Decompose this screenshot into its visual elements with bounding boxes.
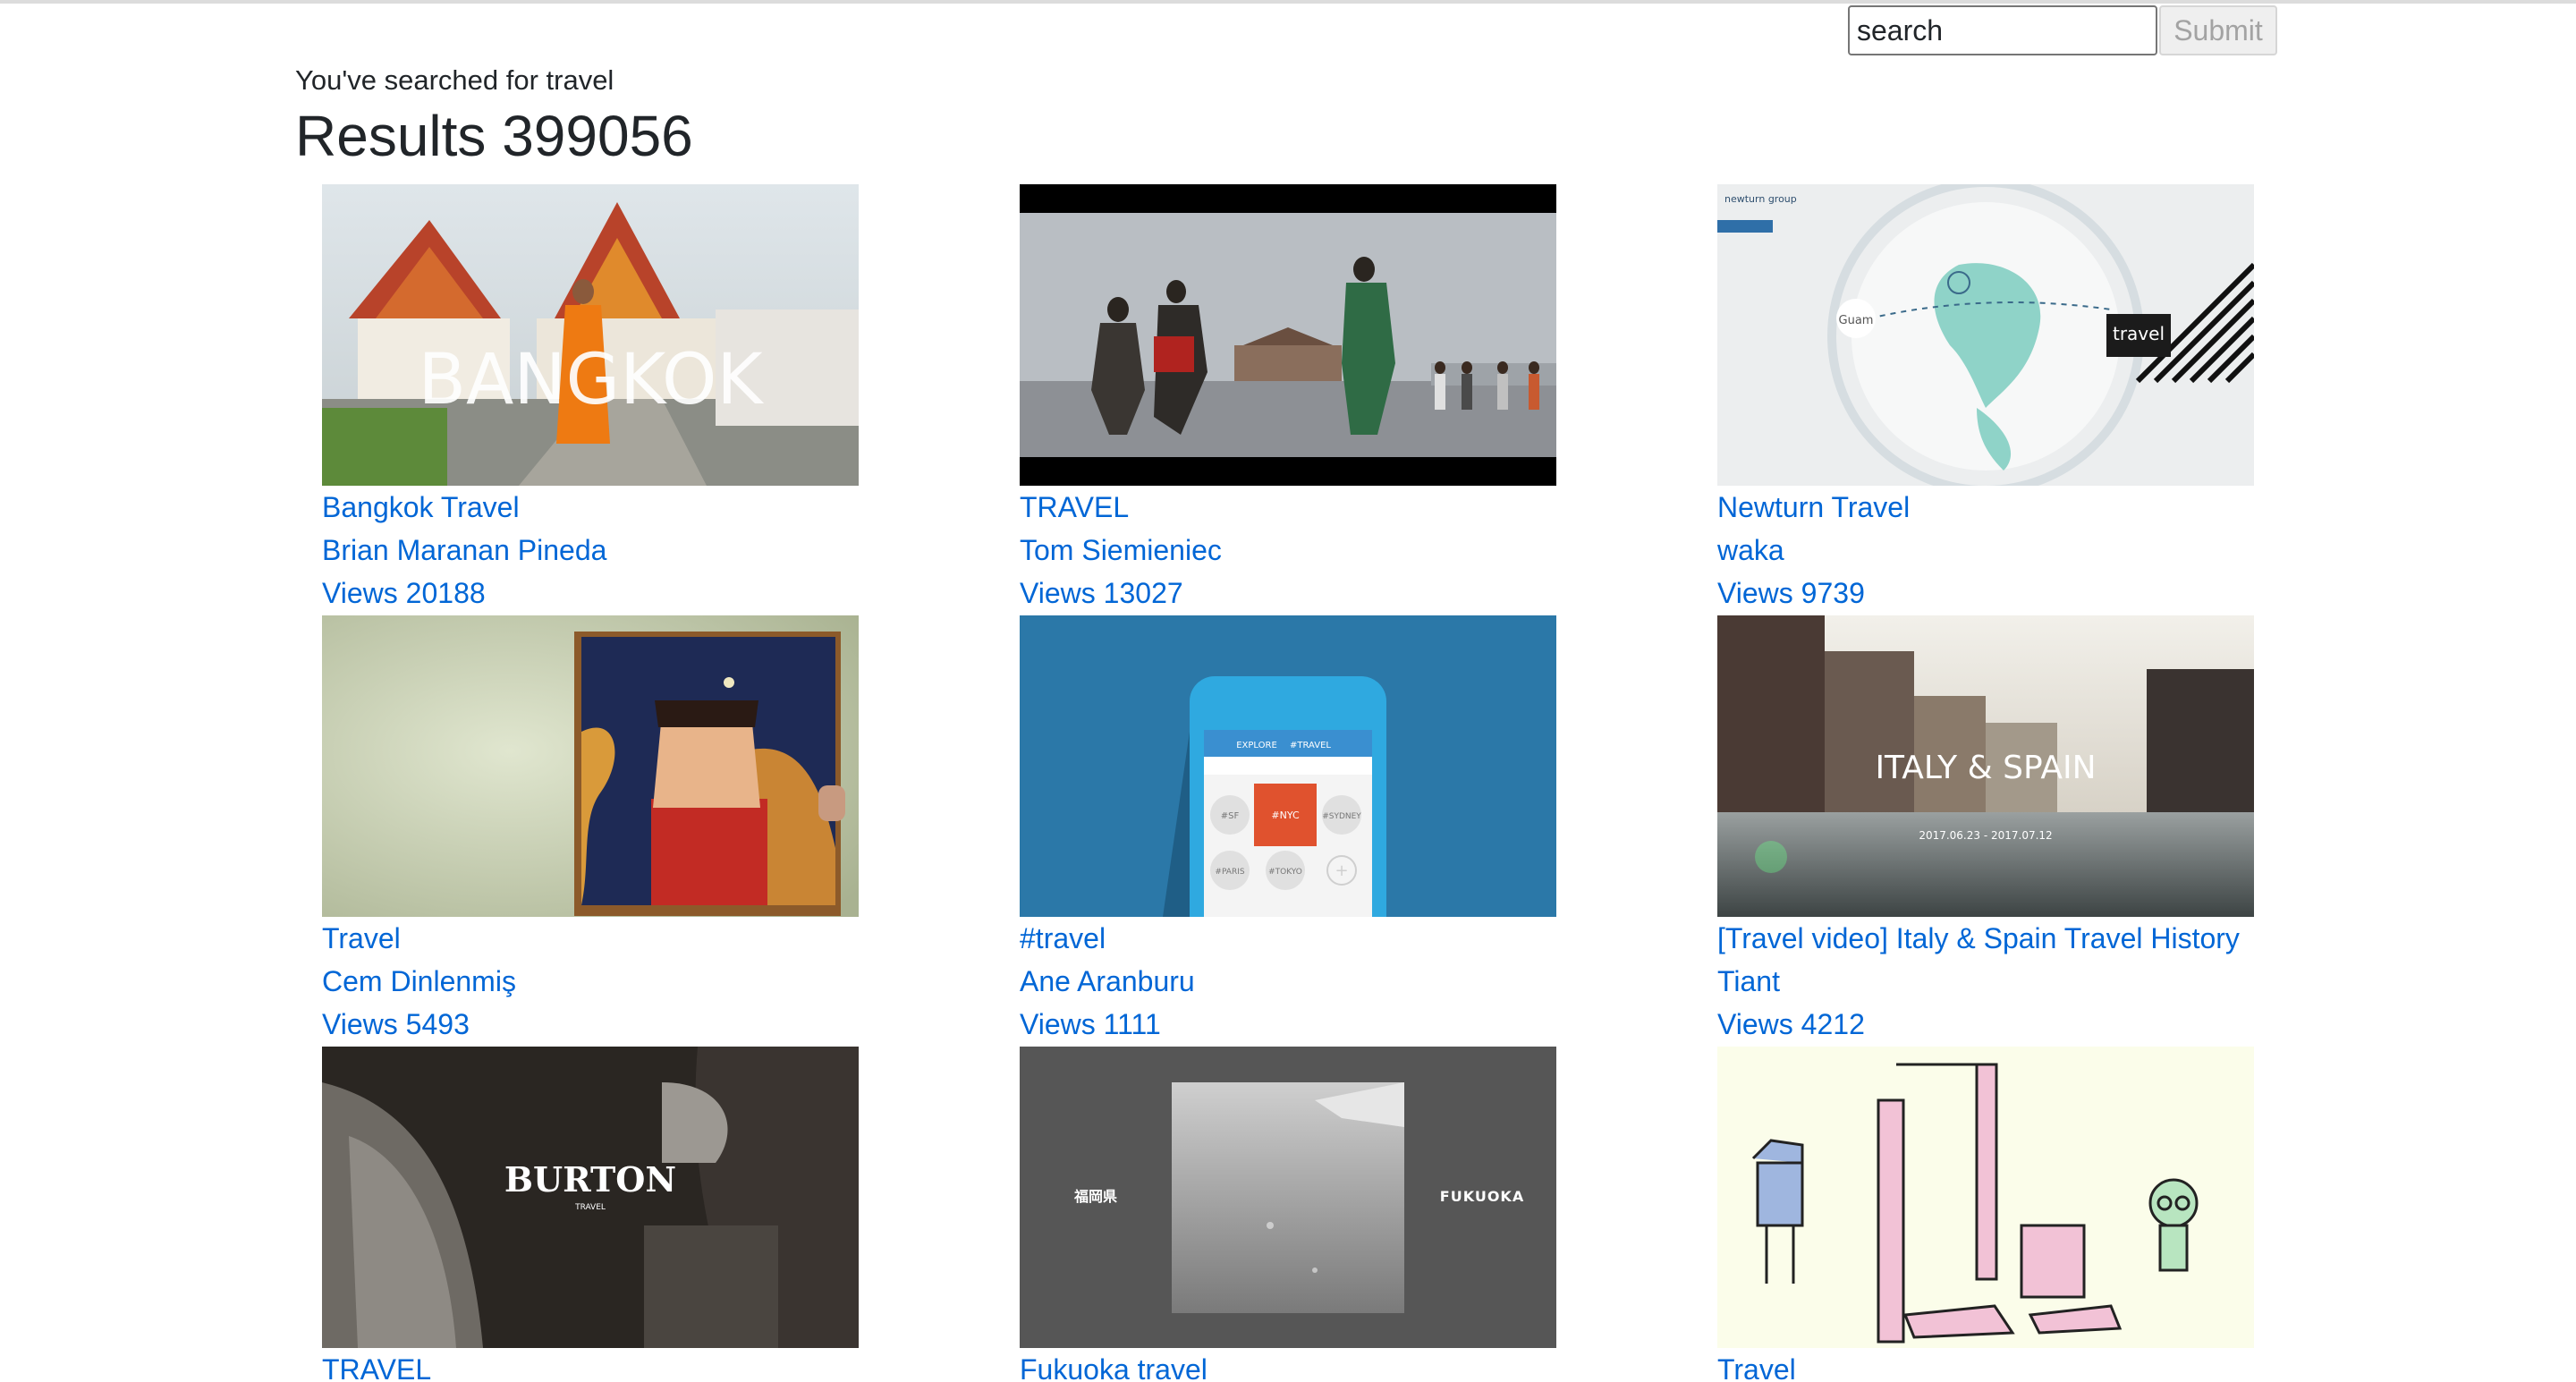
video-views-link[interactable]: Views 1111 bbox=[1020, 1003, 1574, 1046]
result-card: ITALY & SPAIN 2017.06.23 - 2017.07.12 [T… bbox=[1717, 615, 2272, 1046]
video-thumbnail[interactable] bbox=[1717, 1047, 2254, 1348]
thumbnail-globe-image: Guam travel newturn group bbox=[1717, 184, 2254, 486]
video-title-link[interactable]: Fukuoka travel bbox=[1020, 1348, 1574, 1382]
thumb-tag-sf: #SF bbox=[1221, 811, 1240, 821]
thumb-overlay-text: BURTON bbox=[504, 1159, 676, 1200]
result-card: Travel bbox=[1717, 1047, 2272, 1382]
video-title-link[interactable]: Travel bbox=[322, 917, 877, 960]
video-thumbnail[interactable] bbox=[322, 615, 859, 917]
video-title-link[interactable]: Newturn Travel bbox=[1717, 486, 2272, 529]
results-grid: BANGKOK Bangkok Travel Brian Maranan Pin… bbox=[322, 184, 2343, 1382]
video-author-link[interactable]: Cem Dinlenmiş bbox=[322, 960, 877, 1003]
thumbnail-phone-app-image: EXPLORE #TRAVEL #SF #NYC #SYDNEY #PARIS … bbox=[1020, 615, 1556, 917]
video-author-link[interactable]: waka bbox=[1717, 529, 2272, 572]
thumb-sub-text: TRAVEL bbox=[574, 1203, 606, 1212]
video-title-link[interactable]: Travel bbox=[1717, 1348, 2272, 1382]
video-title-link[interactable]: TRAVEL bbox=[322, 1348, 877, 1382]
video-views-link[interactable]: Views 4212 bbox=[1717, 1003, 2272, 1046]
video-title-link[interactable]: [Travel video] Italy & Spain Travel Hist… bbox=[1717, 917, 2272, 960]
thumb-prefecture-text: 福岡県 bbox=[1073, 1188, 1117, 1205]
video-thumbnail[interactable]: 福岡県 FUKUOKA bbox=[1020, 1047, 1556, 1348]
thumb-tab-explore: EXPLORE bbox=[1236, 741, 1277, 750]
video-thumbnail[interactable]: ITALY & SPAIN 2017.06.23 - 2017.07.12 bbox=[1717, 615, 2254, 917]
result-card: Guam travel newturn group Newturn Travel… bbox=[1717, 184, 2272, 615]
thumb-overlay-text: FUKUOKA bbox=[1440, 1188, 1524, 1205]
top-border bbox=[0, 0, 2576, 4]
thumbnail-fukuoka-image: 福岡県 FUKUOKA bbox=[1020, 1047, 1556, 1348]
video-views-link[interactable]: Views 9739 bbox=[1717, 572, 2272, 615]
result-card: Travel Cem Dinlenmiş Views 5493 bbox=[322, 615, 877, 1046]
thumbnail-burton-image: BURTON TRAVEL bbox=[322, 1047, 859, 1348]
thumb-tab-travel: #TRAVEL bbox=[1290, 741, 1331, 750]
results-count-heading: Results 399056 bbox=[295, 104, 693, 168]
video-title-link[interactable]: Bangkok Travel bbox=[322, 486, 877, 529]
thumbnail-bangkok-image: BANGKOK bbox=[322, 184, 859, 486]
video-author-link[interactable]: Ane Aranburu bbox=[1020, 960, 1574, 1003]
thumbnail-dancers-image bbox=[1020, 184, 1556, 486]
thumb-city-label: Guam bbox=[1839, 314, 1874, 327]
video-thumbnail[interactable]: BANGKOK bbox=[322, 184, 859, 486]
video-views-link[interactable]: Views 20188 bbox=[322, 572, 877, 615]
thumb-tag-paris: #PARIS bbox=[1215, 868, 1244, 877]
thumb-tag-sydney: #SYDNEY bbox=[1322, 812, 1361, 821]
video-title-link[interactable]: #travel bbox=[1020, 917, 1574, 960]
thumb-overlay-text: ITALY & SPAIN bbox=[1875, 750, 2096, 786]
video-thumbnail[interactable]: BURTON TRAVEL bbox=[322, 1047, 859, 1348]
video-thumbnail[interactable]: EXPLORE #TRAVEL #SF #NYC #SYDNEY #PARIS … bbox=[1020, 615, 1556, 917]
result-card: EXPLORE #TRAVEL #SF #NYC #SYDNEY #PARIS … bbox=[1020, 615, 1574, 1046]
searched-for-text: You've searched for travel bbox=[295, 64, 614, 96]
submit-button[interactable]: Submit bbox=[2159, 5, 2277, 55]
video-author-link[interactable]: Tom Siemieniec bbox=[1020, 529, 1574, 572]
search-input[interactable] bbox=[1848, 5, 2157, 55]
video-views-link[interactable]: Views 5493 bbox=[322, 1003, 877, 1046]
thumb-overlay-text: BANGKOK bbox=[418, 340, 764, 420]
thumb-tag-tokyo: #TOKYO bbox=[1268, 868, 1302, 877]
result-card: BURTON TRAVEL TRAVEL bbox=[322, 1047, 877, 1382]
result-card: 福岡県 FUKUOKA Fukuoka travel bbox=[1020, 1047, 1574, 1382]
video-thumbnail[interactable] bbox=[1020, 184, 1556, 486]
thumb-overlay-text: travel bbox=[2113, 323, 2165, 344]
video-author-link[interactable]: Brian Maranan Pineda bbox=[322, 529, 877, 572]
video-author-link[interactable]: Tiant bbox=[1717, 960, 2272, 1003]
thumbnail-painting-image bbox=[322, 615, 859, 917]
video-thumbnail[interactable]: Guam travel newturn group bbox=[1717, 184, 2254, 486]
thumb-brand-logo: newturn group bbox=[1724, 193, 1797, 205]
thumbnail-cartoon-image bbox=[1717, 1047, 2254, 1348]
result-card: BANGKOK Bangkok Travel Brian Maranan Pin… bbox=[322, 184, 877, 615]
svg-text:+: + bbox=[1335, 861, 1348, 880]
video-views-link[interactable]: Views 13027 bbox=[1020, 572, 1574, 615]
thumb-date-text: 2017.06.23 - 2017.07.12 bbox=[1919, 829, 2052, 842]
video-title-link[interactable]: TRAVEL bbox=[1020, 486, 1574, 529]
result-card: TRAVEL Tom Siemieniec Views 13027 bbox=[1020, 184, 1574, 615]
thumbnail-venice-image: ITALY & SPAIN 2017.06.23 - 2017.07.12 bbox=[1717, 615, 2254, 917]
search-form: Submit bbox=[1848, 5, 2277, 55]
thumb-tag-nyc: #NYC bbox=[1271, 810, 1300, 821]
